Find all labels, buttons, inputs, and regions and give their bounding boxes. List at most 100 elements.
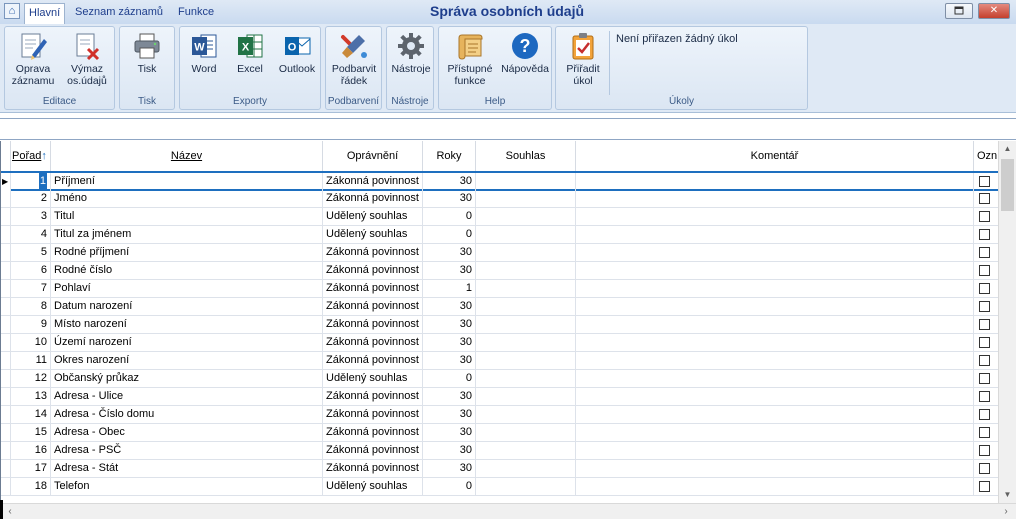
cell-opravneni[interactable]: Udělený souhlas xyxy=(323,208,423,225)
cell-opravneni[interactable]: Zákonná povinnost xyxy=(323,424,423,441)
row-indicator[interactable] xyxy=(1,442,11,459)
cell-souhlas[interactable] xyxy=(476,334,576,351)
splitter-handle[interactable] xyxy=(0,500,3,519)
cell-nazev[interactable]: Adresa - PSČ xyxy=(51,442,323,459)
cell-souhlas[interactable] xyxy=(476,262,576,279)
table-row[interactable]: 8 Datum narození Zákonná povinnost 30 xyxy=(1,298,999,316)
cell-komentar[interactable] xyxy=(576,316,974,333)
cell-opravneni[interactable]: Zákonná povinnost xyxy=(323,262,423,279)
cell-roky[interactable]: 30 xyxy=(423,406,476,423)
row-indicator[interactable] xyxy=(1,262,11,279)
cell-roky[interactable]: 0 xyxy=(423,208,476,225)
cell-ozn[interactable] xyxy=(974,226,999,243)
cell-komentar[interactable] xyxy=(576,173,974,190)
row-indicator[interactable] xyxy=(1,226,11,243)
header-opravneni[interactable]: Oprávnění xyxy=(323,141,423,171)
row-indicator[interactable] xyxy=(1,478,11,495)
scroll-left-icon[interactable]: ‹ xyxy=(2,504,18,519)
cell-souhlas[interactable] xyxy=(476,460,576,477)
header-souhlas[interactable]: Souhlas xyxy=(476,141,576,171)
cell-poradi[interactable]: 10 xyxy=(11,334,51,351)
cell-ozn[interactable] xyxy=(974,478,999,495)
cell-nazev[interactable]: Titul za jménem xyxy=(51,226,323,243)
cell-souhlas[interactable] xyxy=(476,352,576,369)
cell-komentar[interactable] xyxy=(576,370,974,387)
tab-funkce[interactable]: Funkce xyxy=(174,3,218,23)
cell-komentar[interactable] xyxy=(576,208,974,225)
scroll-right-icon[interactable]: › xyxy=(998,504,1014,519)
row-indicator[interactable] xyxy=(1,298,11,315)
tab-hlavni[interactable]: Hlavní xyxy=(24,3,66,25)
cell-poradi[interactable]: 2 xyxy=(11,190,51,207)
row-indicator[interactable] xyxy=(1,334,11,351)
cell-roky[interactable]: 30 xyxy=(423,460,476,477)
row-indicator[interactable] xyxy=(1,316,11,333)
row-indicator[interactable]: ▶ xyxy=(1,173,11,190)
scroll-up-icon[interactable]: ▲ xyxy=(999,141,1016,157)
oznacit-checkbox[interactable] xyxy=(979,211,990,222)
cell-souhlas[interactable] xyxy=(476,280,576,297)
cell-souhlas[interactable] xyxy=(476,478,576,495)
oznacit-checkbox[interactable] xyxy=(979,409,990,420)
cell-nazev[interactable]: Datum narození xyxy=(51,298,323,315)
cell-poradi[interactable]: 15 xyxy=(11,424,51,441)
cell-poradi[interactable]: 14 xyxy=(11,406,51,423)
table-row[interactable]: 10 Území narození Zákonná povinnost 30 xyxy=(1,334,999,352)
cell-roky[interactable]: 30 xyxy=(423,442,476,459)
cell-opravneni[interactable]: Zákonná povinnost xyxy=(323,173,423,190)
row-indicator[interactable] xyxy=(1,406,11,423)
cell-komentar[interactable] xyxy=(576,190,974,207)
cell-ozn[interactable] xyxy=(974,370,999,387)
export-word-button[interactable]: W Word xyxy=(184,31,224,75)
cell-komentar[interactable] xyxy=(576,226,974,243)
oznacit-checkbox[interactable] xyxy=(979,337,990,348)
cell-ozn[interactable] xyxy=(974,352,999,369)
cell-poradi[interactable]: 5 xyxy=(11,244,51,261)
cell-komentar[interactable] xyxy=(576,460,974,477)
oznacit-checkbox[interactable] xyxy=(979,355,990,366)
cell-poradi[interactable]: 16 xyxy=(11,442,51,459)
pristupne-funkce-button[interactable]: Přístupné funkce xyxy=(442,31,498,87)
cell-nazev[interactable]: Rodné příjmení xyxy=(51,244,323,261)
oznacit-checkbox[interactable] xyxy=(979,301,990,312)
cell-nazev[interactable]: Pohlaví xyxy=(51,280,323,297)
cell-komentar[interactable] xyxy=(576,478,974,495)
cell-souhlas[interactable] xyxy=(476,226,576,243)
row-indicator[interactable] xyxy=(1,388,11,405)
cell-nazev[interactable]: Místo narození xyxy=(51,316,323,333)
scroll-down-icon[interactable]: ▼ xyxy=(999,487,1016,503)
table-row[interactable]: 12 Občanský průkaz Udělený souhlas 0 xyxy=(1,370,999,388)
cell-ozn[interactable] xyxy=(974,424,999,441)
header-nazev[interactable]: Název xyxy=(51,141,323,171)
table-row[interactable]: ▶ 1 Příjmení Zákonná povinnost 30 xyxy=(1,171,999,191)
cell-poradi[interactable]: 9 xyxy=(11,316,51,333)
cell-opravneni[interactable]: Zákonná povinnost xyxy=(323,334,423,351)
restore-button[interactable] xyxy=(945,3,973,19)
cell-nazev[interactable]: Adresa - Obec xyxy=(51,424,323,441)
oznacit-checkbox[interactable] xyxy=(979,319,990,330)
oznacit-checkbox[interactable] xyxy=(979,193,990,204)
horizontal-scrollbar[interactable]: ‹ › xyxy=(0,503,1016,519)
home-icon[interactable]: ⌂ xyxy=(4,3,20,19)
table-row[interactable]: 17 Adresa - Stát Zákonná povinnost 30 xyxy=(1,460,999,478)
oznacit-checkbox[interactable] xyxy=(979,283,990,294)
row-indicator[interactable] xyxy=(1,190,11,207)
cell-komentar[interactable] xyxy=(576,352,974,369)
cell-souhlas[interactable] xyxy=(476,316,576,333)
oznacit-checkbox[interactable] xyxy=(979,463,990,474)
row-indicator[interactable] xyxy=(1,424,11,441)
header-roky[interactable]: Roky xyxy=(423,141,476,171)
export-excel-button[interactable]: X Excel xyxy=(230,31,270,75)
tisk-button[interactable]: Tisk xyxy=(124,31,170,75)
cell-poradi[interactable]: 12 xyxy=(11,370,51,387)
cell-poradi[interactable]: 13 xyxy=(11,388,51,405)
cell-ozn[interactable] xyxy=(974,334,999,351)
nastroje-button[interactable]: Nástroje xyxy=(389,31,433,75)
cell-roky[interactable]: 30 xyxy=(423,388,476,405)
cell-komentar[interactable] xyxy=(576,298,974,315)
cell-poradi[interactable]: 6 xyxy=(11,262,51,279)
cell-roky[interactable]: 30 xyxy=(423,190,476,207)
table-row[interactable]: 9 Místo narození Zákonná povinnost 30 xyxy=(1,316,999,334)
cell-ozn[interactable] xyxy=(974,173,999,190)
cell-roky[interactable]: 30 xyxy=(423,424,476,441)
